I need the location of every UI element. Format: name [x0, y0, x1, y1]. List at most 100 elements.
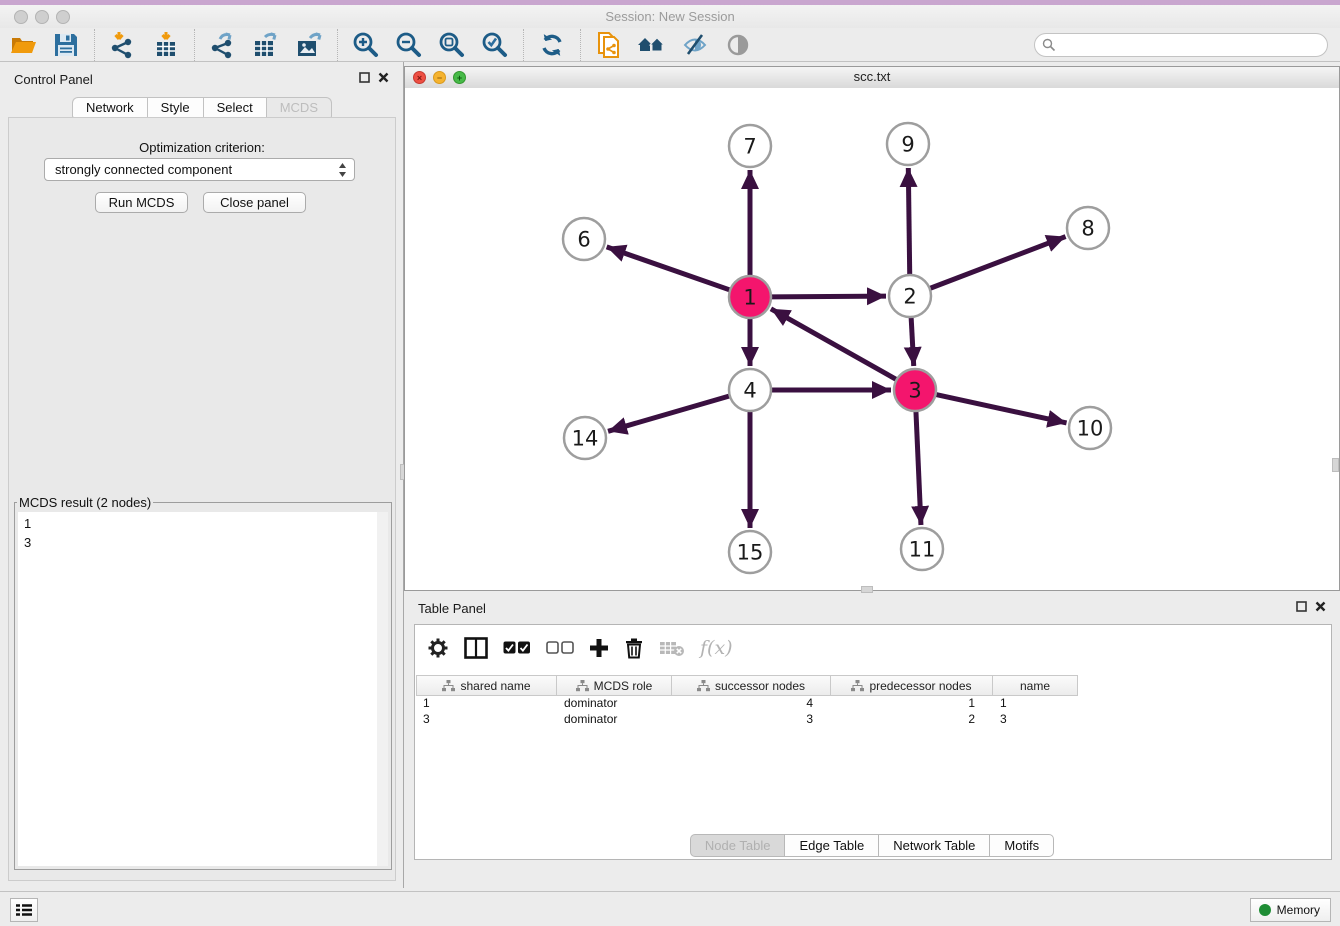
edge-2-8[interactable] [930, 237, 1066, 289]
result-scrollbar[interactable] [377, 512, 388, 866]
node-3[interactable]: 3 [894, 369, 936, 411]
tab-style[interactable]: Style [147, 97, 203, 118]
right-divider-handle[interactable] [1332, 458, 1339, 472]
node-11[interactable]: 11 [901, 528, 943, 570]
edge-2-3[interactable] [911, 317, 914, 366]
hide-selected-icon[interactable] [680, 30, 710, 60]
zoom-out-icon[interactable] [394, 30, 424, 60]
zoom-selected-icon[interactable] [480, 30, 510, 60]
cell-shared-name[interactable]: 1 [416, 696, 557, 712]
delete-table-icon[interactable] [659, 635, 685, 661]
tab-network-table[interactable]: Network Table [878, 834, 989, 857]
edge-3-1[interactable] [771, 309, 897, 380]
import-network-icon[interactable] [108, 30, 138, 60]
open-file-icon[interactable] [8, 30, 38, 60]
criterion-dropdown[interactable]: strongly connected component [44, 158, 355, 181]
node-15[interactable]: 15 [729, 531, 771, 573]
node-8[interactable]: 8 [1067, 207, 1109, 249]
cell-mcds-role[interactable]: dominator [557, 696, 672, 712]
tab-network[interactable]: Network [72, 97, 147, 118]
show-all-icon[interactable] [723, 30, 753, 60]
cell-mcds-role[interactable]: dominator [557, 712, 672, 728]
tab-motifs[interactable]: Motifs [989, 834, 1054, 857]
function-builder-icon[interactable]: f(x) [700, 635, 733, 661]
node-1[interactable]: 1 [729, 276, 771, 318]
edge-1-6[interactable] [607, 247, 731, 290]
create-column-plus-icon[interactable] [589, 635, 609, 661]
cell-predecessor-nodes[interactable]: 1 [831, 696, 993, 712]
delete-column-trash-icon[interactable] [624, 635, 644, 661]
cell-shared-name[interactable]: 3 [416, 712, 557, 728]
column-header-name[interactable]: name [993, 675, 1078, 696]
edge-3-11[interactable] [916, 411, 921, 525]
mcds-result-text[interactable]: 1 3 [18, 512, 388, 866]
cell-successor-nodes[interactable]: 4 [672, 696, 831, 712]
network-graph[interactable]: 1 2 3 4 6 7 8 9 10 11 14 15 [405, 88, 1339, 590]
node-6[interactable]: 6 [563, 218, 605, 260]
app-title: Session: New Session [0, 5, 1340, 28]
table-row[interactable]: 1dominator411 [416, 696, 1330, 712]
memory-status-icon [1259, 904, 1271, 916]
search-input[interactable] [1061, 35, 1320, 55]
close-window-button[interactable] [14, 10, 28, 24]
table-row[interactable]: 3dominator323 [416, 712, 1330, 728]
network-minimize-button[interactable]: − [433, 71, 446, 84]
new-network-from-selection-icon[interactable] [594, 30, 624, 60]
network-window-title: scc.txt [405, 67, 1339, 87]
toggle-panel-columns-icon[interactable] [464, 635, 488, 661]
close-panel-icon[interactable] [1315, 601, 1326, 612]
close-panel-icon[interactable] [378, 72, 389, 83]
tab-mcds[interactable]: MCDS [266, 97, 332, 118]
node-2[interactable]: 2 [889, 275, 931, 317]
minimize-window-button[interactable] [35, 10, 49, 24]
table-settings-gear-icon[interactable] [427, 635, 449, 661]
tab-edge-table[interactable]: Edge Table [784, 834, 878, 857]
column-header-shared-name[interactable]: shared name [416, 675, 557, 696]
node-10[interactable]: 10 [1069, 407, 1111, 449]
column-header-successor-nodes[interactable]: successor nodes [672, 675, 831, 696]
cell-name[interactable]: 3 [993, 712, 1078, 728]
tab-node-table[interactable]: Node Table [690, 834, 785, 857]
table-panel-window-controls [1296, 601, 1326, 612]
refresh-view-icon[interactable] [537, 30, 567, 60]
node-14[interactable]: 14 [564, 417, 606, 459]
edge-2-9[interactable] [908, 168, 909, 275]
zoom-fit-icon[interactable] [437, 30, 467, 60]
export-network-icon[interactable] [208, 30, 238, 60]
edge-4-14[interactable] [608, 396, 730, 431]
run-mcds-button[interactable]: Run MCDS [95, 192, 188, 213]
node-7[interactable]: 7 [729, 125, 771, 167]
horizontal-divider-handle[interactable] [861, 586, 873, 593]
export-image-icon[interactable] [294, 30, 324, 60]
column-header-predecessor-nodes[interactable]: predecessor nodes [831, 675, 993, 696]
node-label: 15 [737, 541, 764, 565]
save-session-icon[interactable] [51, 30, 81, 60]
select-all-columns-icon[interactable] [503, 635, 531, 661]
network-window-titlebar[interactable]: scc.txt [405, 67, 1339, 89]
column-header-mcds-role[interactable]: MCDS role [557, 675, 672, 696]
zoom-window-button[interactable] [56, 10, 70, 24]
network-canvas[interactable]: 1 2 3 4 6 7 8 9 10 11 14 15 [405, 88, 1339, 590]
edge-1-2[interactable] [771, 296, 886, 297]
unselect-all-columns-icon[interactable] [546, 635, 574, 661]
memory-button[interactable]: Memory [1250, 898, 1331, 922]
cell-name[interactable]: 1 [993, 696, 1078, 712]
first-neighbors-icon[interactable] [637, 30, 667, 60]
node-label: 7 [743, 135, 756, 159]
network-close-button[interactable]: × [413, 71, 426, 84]
edge-3-10[interactable] [936, 394, 1067, 422]
cell-successor-nodes[interactable]: 3 [672, 712, 831, 728]
close-panel-button[interactable]: Close panel [203, 192, 306, 213]
import-table-icon[interactable] [151, 30, 181, 60]
float-panel-icon[interactable] [359, 72, 370, 83]
node-9[interactable]: 9 [887, 123, 929, 165]
search-box[interactable] [1034, 33, 1328, 57]
node-4[interactable]: 4 [729, 369, 771, 411]
tab-select[interactable]: Select [203, 97, 266, 118]
zoom-in-icon[interactable] [351, 30, 381, 60]
network-maximize-button[interactable]: + [453, 71, 466, 84]
cell-predecessor-nodes[interactable]: 2 [831, 712, 993, 728]
export-table-icon[interactable] [251, 30, 281, 60]
task-history-button[interactable] [10, 898, 38, 922]
float-panel-icon[interactable] [1296, 601, 1307, 612]
